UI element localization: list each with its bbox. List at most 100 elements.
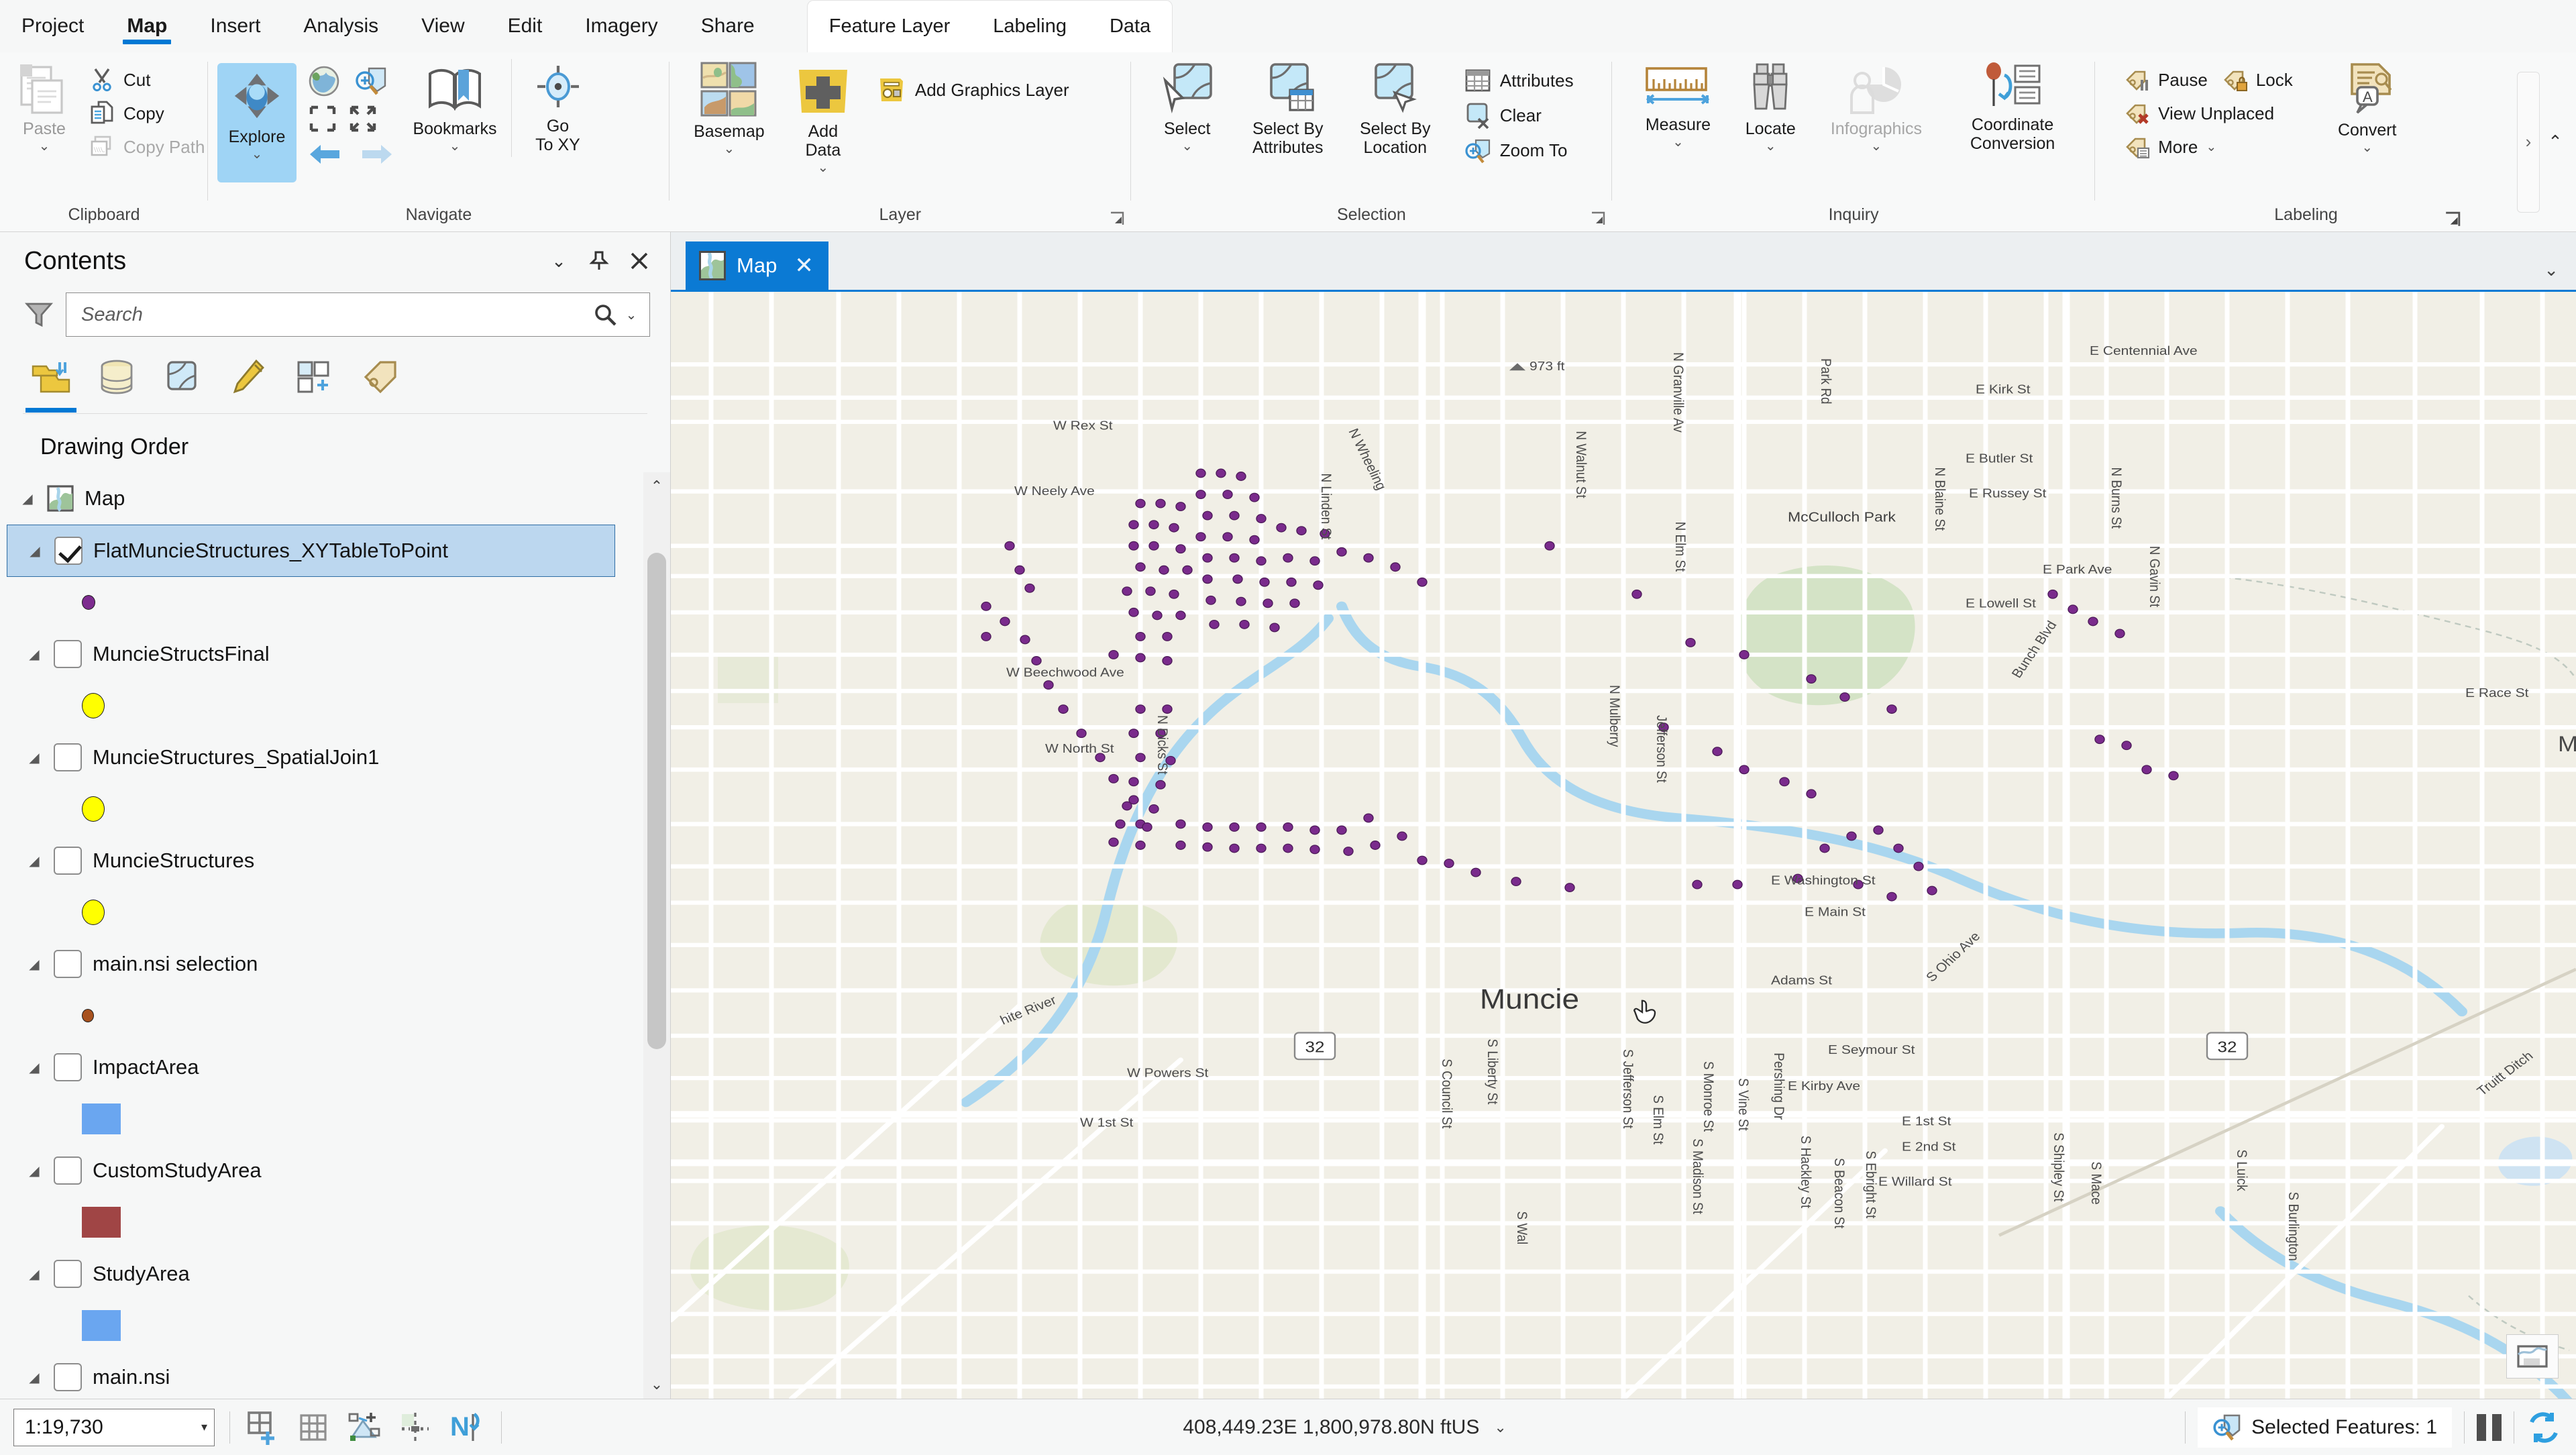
table-row[interactable]: ◢ StudyArea	[7, 1248, 643, 1300]
view-tab-map[interactable]: Map ✕	[686, 241, 828, 290]
layer-visibility-checkbox[interactable]	[54, 1260, 82, 1288]
list-by-drawing-order-tab[interactable]	[23, 349, 79, 413]
chevron-down-icon[interactable]: ⌄	[1871, 140, 1882, 153]
contextual-tab-feature-layer[interactable]: Feature Layer	[808, 0, 972, 52]
contextual-tab-data[interactable]: Data	[1088, 0, 1172, 52]
menu-tab-view[interactable]: View	[400, 0, 486, 52]
pin-icon[interactable]	[583, 245, 615, 277]
zoom-to-selection-icon[interactable]	[307, 103, 338, 134]
table-row[interactable]: ◢ ImpactArea	[7, 1041, 643, 1093]
menu-tab-analysis[interactable]: Analysis	[282, 0, 400, 52]
table-row[interactable]: ◢ main.nsi selection	[7, 938, 643, 990]
layer-visibility-checkbox[interactable]	[54, 640, 82, 668]
map-canvas[interactable]: .st { stroke:#ffffff; fill:none; stroke-…	[671, 290, 2576, 1399]
expand-triangle-icon[interactable]: ◢	[26, 543, 44, 559]
scrollbar-thumb[interactable]	[647, 553, 666, 1049]
expand-triangle-icon[interactable]: ◢	[25, 1266, 43, 1283]
chevron-down-icon[interactable]: ⌄	[1494, 1419, 1506, 1436]
chevron-down-icon[interactable]: ▾	[201, 1420, 207, 1434]
ribbon-collapse-button[interactable]: ⌃	[2540, 126, 2571, 158]
basemap-button[interactable]: Basemap ⌄	[679, 59, 780, 158]
layer-visibility-checkbox[interactable]	[54, 537, 83, 565]
previous-extent-icon[interactable]	[307, 141, 342, 168]
layer-visibility-checkbox[interactable]	[54, 743, 82, 771]
layer-visibility-checkbox[interactable]	[54, 1053, 82, 1081]
expand-triangle-icon[interactable]: ◢	[25, 1369, 43, 1386]
expand-triangle-icon[interactable]: ◢	[19, 490, 36, 507]
snapping-icon[interactable]	[399, 1411, 431, 1444]
expand-triangle-icon[interactable]: ◢	[25, 646, 43, 663]
chevron-down-icon[interactable]: ⌄	[2206, 140, 2216, 155]
locate-button[interactable]: Locate ⌄	[1728, 59, 1813, 156]
table-row[interactable]: ◢ MuncieStructsFinal	[7, 628, 643, 680]
menu-tab-insert[interactable]: Insert	[189, 0, 282, 52]
scroll-up-button[interactable]: ⌃	[651, 472, 663, 500]
labeling-group-dialog-launcher[interactable]	[2445, 211, 2461, 226]
expand-triangle-icon[interactable]: ◢	[25, 1163, 43, 1179]
chevron-down-icon[interactable]: ⌄	[39, 140, 50, 153]
chevron-down-icon[interactable]: ⌄	[449, 140, 461, 153]
chevron-down-icon[interactable]: ⌄	[723, 142, 735, 156]
expand-triangle-icon[interactable]: ◢	[25, 853, 43, 869]
chevron-down-icon[interactable]: ⌄	[2361, 141, 2373, 154]
full-extent-icon[interactable]	[306, 63, 342, 99]
layer-visibility-checkbox[interactable]	[54, 1156, 82, 1185]
bookmarks-button[interactable]: Bookmarks ⌄	[398, 59, 511, 156]
expand-triangle-icon[interactable]: ◢	[25, 749, 43, 766]
menu-tab-edit[interactable]: Edit	[486, 0, 564, 52]
select-by-location-button[interactable]: Select By Location	[1342, 59, 1449, 160]
coordinate-conversion-button[interactable]: Coordinate Conversion	[1939, 59, 2086, 156]
add-data-button[interactable]: Add Data ⌄	[780, 59, 867, 177]
selected-features-indicator[interactable]: Selected Features: 1	[2198, 1407, 2452, 1448]
clear-selection-button[interactable]: Clear	[1457, 98, 1580, 133]
funnel-icon[interactable]	[24, 300, 54, 329]
expand-triangle-icon[interactable]: ◢	[25, 956, 43, 973]
convert-labels-button[interactable]: A Convert ⌄	[2317, 59, 2418, 157]
expand-triangle-icon[interactable]: ◢	[25, 1059, 43, 1076]
select-button[interactable]: Select ⌄	[1140, 59, 1234, 156]
zoom-to-selection-button[interactable]: Zoom To	[1457, 133, 1580, 168]
grid-icon[interactable]	[297, 1411, 329, 1444]
cut-button[interactable]: Cut	[82, 63, 211, 97]
layer-visibility-checkbox[interactable]	[54, 847, 82, 875]
copy-path-button[interactable]: \\\\. Copy Path	[82, 130, 211, 164]
ribbon-overflow-button[interactable]: ›	[2517, 71, 2540, 213]
chevron-down-icon[interactable]: ⌄	[817, 161, 828, 174]
layer-group-dialog-launcher[interactable]	[1110, 211, 1124, 226]
selection-group-dialog-launcher[interactable]	[1591, 211, 1605, 226]
select-by-attributes-button[interactable]: Select By Attributes	[1234, 59, 1342, 160]
search-input-wrap[interactable]: ⌄	[66, 292, 650, 337]
menu-tab-share[interactable]: Share	[680, 0, 776, 52]
pause-drawing-icon[interactable]	[2477, 1413, 2502, 1441]
chevron-down-icon[interactable]: ⌄	[1181, 140, 1193, 153]
map-layers-overlay-button[interactable]	[2506, 1334, 2559, 1379]
more-labeling-button[interactable]: More ⌄	[2116, 130, 2300, 164]
table-row[interactable]: ◢ FlatMuncieStructures_XYTableToPoint	[7, 525, 615, 577]
layer-visibility-checkbox[interactable]	[54, 1363, 82, 1391]
list-by-data-source-tab[interactable]	[89, 349, 145, 407]
paste-button[interactable]: Paste ⌄	[9, 59, 79, 156]
chevron-down-icon[interactable]: ⌄	[1765, 140, 1776, 153]
search-icon[interactable]	[590, 303, 620, 326]
lock-labeling-button[interactable]: Lock	[2214, 63, 2300, 97]
list-by-snapping-tab[interactable]	[286, 349, 342, 407]
chevron-down-icon[interactable]: ⌄	[252, 148, 263, 161]
menu-tab-project[interactable]: Project	[0, 0, 105, 52]
search-options-button[interactable]: ⌄	[620, 307, 643, 323]
zoom-full-icon[interactable]	[347, 103, 378, 134]
table-row[interactable]: ◢ CustomStudyArea	[7, 1144, 643, 1197]
toc-root-map[interactable]: ◢ Map	[7, 472, 643, 525]
explore-tool-button[interactable]: Explore ⌄	[217, 63, 297, 182]
table-row[interactable]: ◢ main.nsi	[7, 1351, 643, 1399]
contextual-tab-labeling[interactable]: Labeling	[971, 0, 1088, 52]
chevron-down-icon[interactable]: ⌄	[1672, 136, 1684, 149]
close-icon[interactable]	[623, 245, 655, 277]
view-dropdown-button[interactable]: ⌄	[2544, 260, 2576, 290]
menu-tab-imagery[interactable]: Imagery	[564, 0, 679, 52]
table-row[interactable]: ◢ MuncieStructures	[7, 834, 643, 887]
layer-visibility-checkbox[interactable]	[54, 950, 82, 978]
pause-labeling-button[interactable]: Pause	[2116, 63, 2214, 97]
go-to-xy-button[interactable]: Go To XY	[511, 59, 598, 157]
scroll-down-button[interactable]: ⌄	[651, 1370, 663, 1399]
infographics-button[interactable]: Infographics ⌄	[1813, 59, 1939, 156]
